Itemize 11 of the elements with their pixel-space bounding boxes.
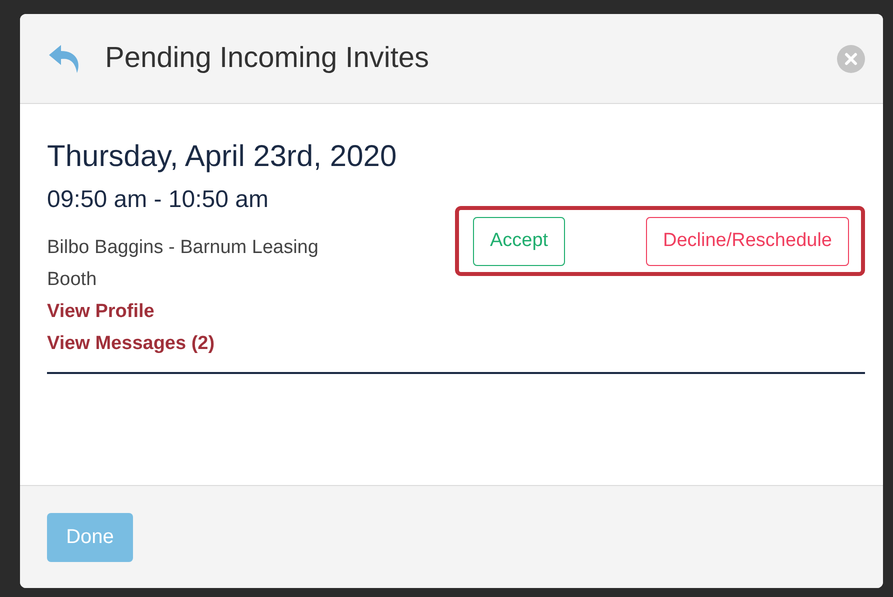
attendee-name: Bilbo Baggins - Barnum Leasing (47, 236, 318, 260)
dialog-title: Pending Incoming Invites (105, 42, 430, 75)
invite-link[interactable]: View Messages (2) (47, 328, 318, 360)
invite-link[interactable]: View Profile (47, 296, 318, 328)
decline-button[interactable]: Decline/Reschedule (646, 216, 849, 266)
invite-date: Thursday, April 23rd, 2020 (47, 140, 398, 174)
done-button[interactable]: Done (47, 513, 133, 562)
accept-button[interactable]: Accept (473, 216, 566, 266)
close-icon[interactable] (837, 44, 865, 72)
attendee-location: Booth (47, 268, 98, 292)
invite-time: 09:50 am - 10:50 am (47, 186, 270, 214)
